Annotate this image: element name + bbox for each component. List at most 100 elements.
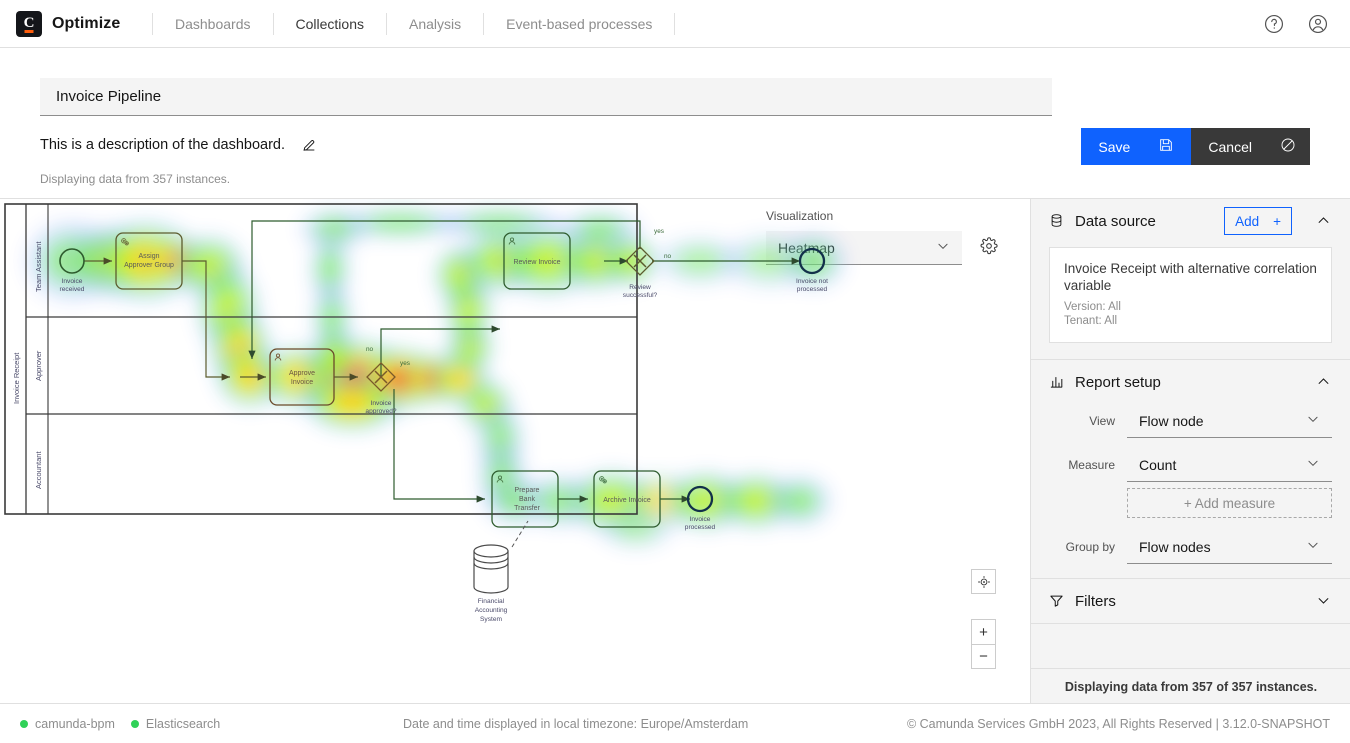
camunda-logo-icon: C bbox=[16, 11, 42, 37]
pool-label-invoice-receipt: Invoice Receipt bbox=[12, 352, 21, 404]
data-source-card[interactable]: Invoice Receipt with alternative correla… bbox=[1049, 247, 1332, 343]
label-review-invoice: Review Invoice bbox=[513, 259, 560, 266]
timezone-note: Date and time displayed in local timezon… bbox=[403, 717, 748, 731]
groupby-field-row: Group by Flow nodes bbox=[1031, 530, 1350, 564]
nav-item-collections[interactable]: Collections bbox=[274, 0, 386, 48]
connection-name: camunda-bpm bbox=[35, 717, 115, 731]
label-prepare-bank-transfer: Prepare bbox=[515, 487, 540, 494]
view-value: Flow node bbox=[1139, 413, 1204, 429]
data-source-title: Data source bbox=[1075, 213, 1156, 230]
bar-chart-icon bbox=[1049, 374, 1065, 390]
measure-label: Measure bbox=[1049, 458, 1127, 472]
label-financial-accounting-system: Financial Accounting System bbox=[475, 598, 508, 623]
chevron-down-icon bbox=[1306, 456, 1320, 473]
bpmn-diagram[interactable]: Invoice Receipt Team Assistant Approver … bbox=[0, 199, 1030, 704]
add-label: Add bbox=[1235, 214, 1259, 229]
connection-name: Elasticsearch bbox=[146, 717, 220, 731]
flow-label-approve-no: no bbox=[366, 346, 374, 353]
main-area: Visualization Heatmap bbox=[0, 198, 1350, 703]
svg-text:Approver Group: Approver Group bbox=[124, 262, 174, 269]
label-review-successful: Review bbox=[629, 284, 651, 291]
node-data-store-financial-accounting-system bbox=[474, 545, 508, 593]
save-button-label: Save bbox=[1098, 139, 1130, 155]
svg-text:processed: processed bbox=[685, 524, 716, 531]
svg-text:approved?: approved? bbox=[365, 408, 396, 415]
edit-pencil-icon[interactable] bbox=[301, 137, 317, 153]
nav-item-dashboards[interactable]: Dashboards bbox=[153, 0, 273, 48]
database-icon bbox=[1049, 213, 1065, 229]
cancel-forbidden-icon bbox=[1280, 137, 1296, 156]
groupby-value: Flow nodes bbox=[1139, 539, 1211, 555]
status-dot-icon bbox=[131, 720, 139, 728]
nav-item-event-based-processes[interactable]: Event-based processes bbox=[484, 0, 674, 48]
data-source-section-header: Data source Add + bbox=[1031, 199, 1350, 243]
report-config-panel: Data source Add + Invoice Receipt with a… bbox=[1030, 199, 1350, 704]
save-disk-icon bbox=[1158, 137, 1174, 156]
dashboard-actions: Save Cancel bbox=[1081, 128, 1310, 165]
user-avatar-icon[interactable] bbox=[1306, 12, 1330, 36]
connection-status-group: camunda-bpm Elasticsearch bbox=[0, 717, 220, 731]
view-select[interactable]: Flow node bbox=[1127, 404, 1332, 438]
view-field-row: View Flow node bbox=[1031, 404, 1350, 438]
report-setup-section-header: Report setup bbox=[1031, 360, 1350, 404]
dashboard-titlebar: This is a description of the dashboard. … bbox=[0, 48, 1350, 198]
chevron-down-icon bbox=[1306, 538, 1320, 555]
logo-accent-bar bbox=[25, 30, 34, 33]
data-source-tenant: Tenant: All bbox=[1064, 314, 1317, 328]
svg-text:System: System bbox=[480, 616, 502, 623]
add-measure-button[interactable]: + Add measure bbox=[1127, 488, 1332, 518]
chevron-up-icon[interactable] bbox=[1316, 213, 1332, 229]
label-invoice-received: Invoice bbox=[62, 278, 83, 285]
reset-zoom-button[interactable] bbox=[971, 569, 996, 594]
label-assign-approver-group: Assign bbox=[138, 253, 159, 260]
flow-label-review-yes: yes bbox=[654, 228, 664, 235]
app-header: C Optimize Dashboards Collections Analys… bbox=[0, 0, 1350, 48]
copyright-note: © Camunda Services GmbH 2023, All Rights… bbox=[907, 717, 1330, 731]
chevron-down-icon bbox=[1306, 412, 1320, 429]
data-source-version: Version: All bbox=[1064, 300, 1317, 314]
add-data-source-button[interactable]: Add + bbox=[1224, 207, 1292, 235]
zoom-in-button[interactable]: + bbox=[971, 619, 996, 644]
label-archive-invoice: Archive Invoice bbox=[603, 497, 651, 504]
filter-icon bbox=[1049, 593, 1065, 609]
label-invoice-approved: Invoice bbox=[371, 400, 392, 407]
brand[interactable]: C Optimize bbox=[0, 11, 152, 37]
groupby-select[interactable]: Flow nodes bbox=[1127, 530, 1332, 564]
connection-status-camunda-bpm: camunda-bpm bbox=[20, 717, 115, 731]
save-button[interactable]: Save bbox=[1081, 128, 1191, 165]
instances-note: Displaying data from 357 instances. bbox=[40, 172, 230, 186]
filters-title: Filters bbox=[1075, 593, 1116, 610]
app-footer: camunda-bpm Elasticsearch Date and time … bbox=[0, 703, 1350, 743]
svg-text:received: received bbox=[60, 286, 85, 293]
main-nav: Dashboards Collections Analysis Event-ba… bbox=[152, 0, 675, 48]
bpmn-canvas-svg: Invoice Receipt Team Assistant Approver … bbox=[0, 199, 1030, 704]
plus-icon: + bbox=[1273, 214, 1281, 229]
panel-instances-note: Displaying data from 357 of 357 instance… bbox=[1031, 668, 1350, 704]
section-divider bbox=[1031, 623, 1350, 624]
zoom-out-button[interactable]: − bbox=[971, 644, 996, 669]
filters-section-header[interactable]: Filters bbox=[1031, 579, 1350, 623]
measure-value: Count bbox=[1139, 457, 1176, 473]
nav-divider bbox=[674, 13, 675, 35]
lane-label-approver: Approver bbox=[34, 350, 43, 381]
help-circle-icon[interactable] bbox=[1262, 12, 1286, 36]
svg-text:Invoice: Invoice bbox=[291, 379, 313, 386]
dashboard-title-input[interactable] bbox=[40, 78, 1052, 116]
svg-text:Financial: Financial bbox=[478, 598, 505, 605]
nav-item-analysis[interactable]: Analysis bbox=[387, 0, 483, 48]
cancel-button[interactable]: Cancel bbox=[1191, 128, 1310, 165]
header-actions bbox=[1262, 12, 1350, 36]
label-approve-invoice: Approve bbox=[289, 370, 315, 377]
view-label: View bbox=[1049, 414, 1127, 428]
status-dot-icon bbox=[20, 720, 28, 728]
measure-select[interactable]: Count bbox=[1127, 448, 1332, 482]
svg-text:Accounting: Accounting bbox=[475, 607, 508, 614]
chevron-down-icon[interactable] bbox=[1316, 593, 1332, 609]
report-canvas: Visualization Heatmap bbox=[0, 199, 1030, 704]
label-invoice-not-processed: Invoice not bbox=[796, 278, 828, 285]
label-invoice-processed: Invoice bbox=[690, 516, 711, 523]
svg-text:successful?: successful? bbox=[623, 292, 658, 299]
svg-text:processed: processed bbox=[797, 286, 828, 293]
chevron-up-icon[interactable] bbox=[1316, 374, 1332, 390]
data-source-name: Invoice Receipt with alternative correla… bbox=[1064, 260, 1317, 294]
